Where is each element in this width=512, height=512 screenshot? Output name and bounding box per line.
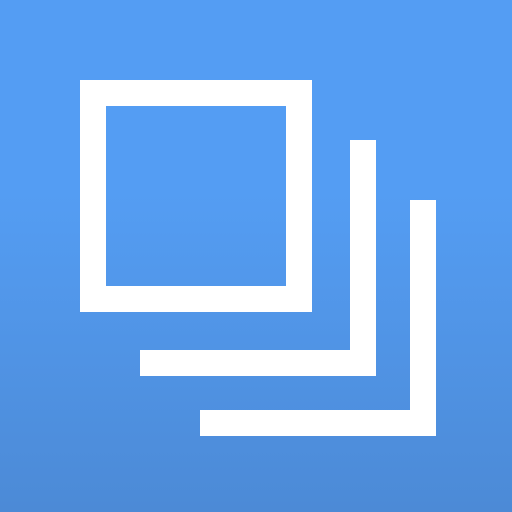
stacked-squares-icon [80,80,436,436]
middle-layer-shape [140,140,376,376]
front-square-shape [80,80,312,312]
back-layer-shape [200,200,436,436]
app-icon [0,0,512,512]
